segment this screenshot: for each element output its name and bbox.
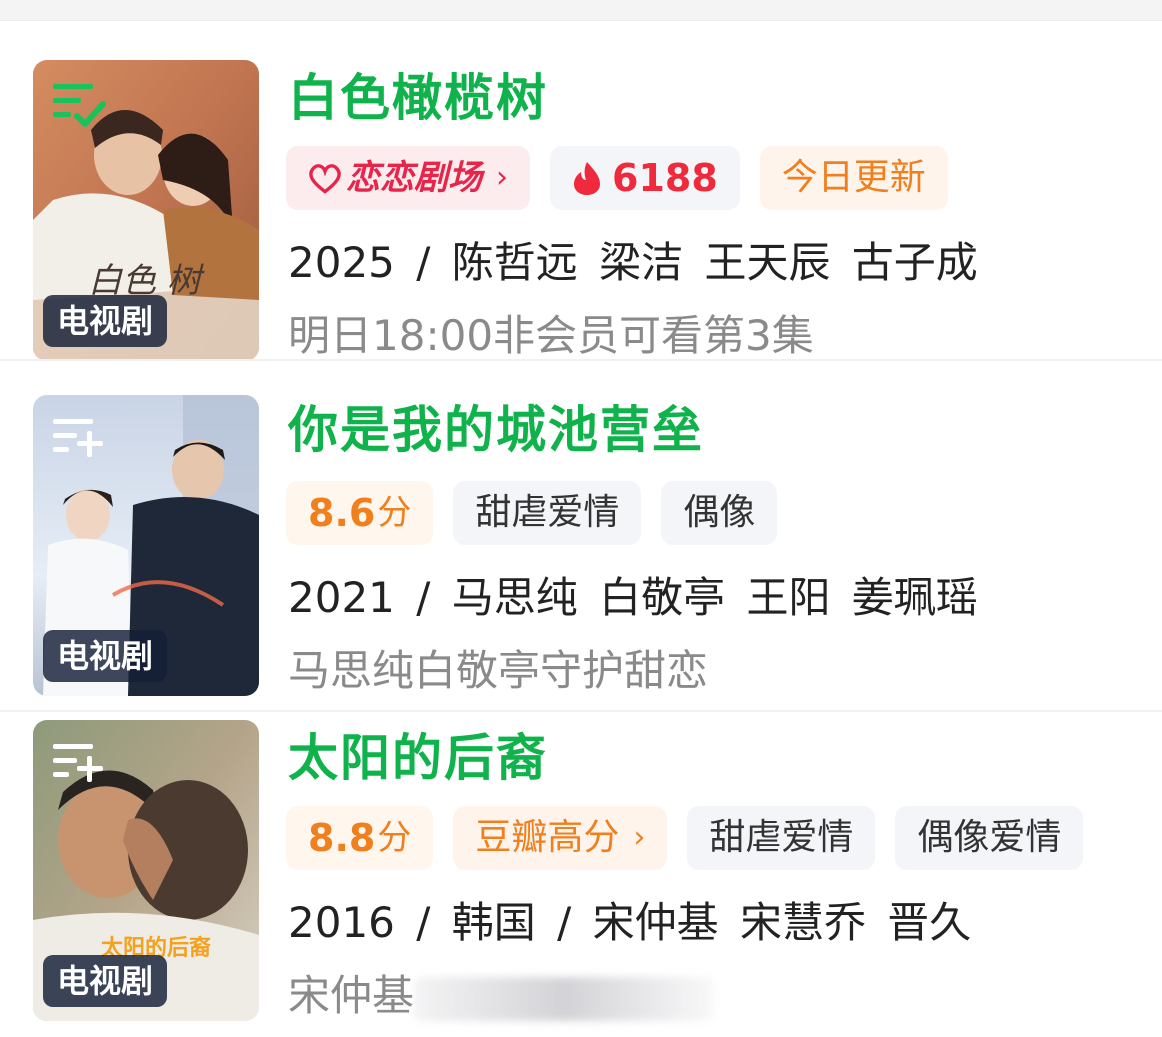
chevron-right-icon: › bbox=[496, 160, 508, 195]
heart-logo-icon bbox=[309, 164, 341, 194]
tag-row: 恋恋剧场 › 6188 今日更新 bbox=[286, 146, 948, 210]
tag-row: 8.8 分 豆瓣高分 › 甜虐爱情 偶像爱情 bbox=[286, 806, 1084, 870]
add-list-icon[interactable] bbox=[51, 413, 107, 465]
poster-image[interactable]: 电视剧 bbox=[33, 395, 259, 696]
poster-image[interactable]: 太阳的后裔 电视剧 bbox=[33, 720, 259, 1021]
subtitle: 明日18:00非会员可看第3集 bbox=[288, 311, 814, 360]
blurred-region bbox=[414, 976, 715, 1021]
rating-value: 8.8 bbox=[308, 816, 376, 860]
flame-icon bbox=[574, 162, 600, 195]
update-tag: 今日更新 bbox=[759, 146, 948, 210]
genre-tag[interactable]: 偶像 bbox=[661, 481, 778, 545]
poster-badge: 电视剧 bbox=[43, 630, 168, 682]
divider bbox=[0, 710, 1162, 712]
poster-badge: 电视剧 bbox=[43, 295, 168, 347]
genre-tag[interactable]: 甜虐爱情 bbox=[453, 481, 642, 545]
brand-label: 恋恋剧场 bbox=[346, 158, 482, 198]
poster-badge: 电视剧 bbox=[43, 955, 168, 1007]
brand-tag[interactable]: 恋恋剧场 › bbox=[286, 146, 530, 210]
list-check-icon[interactable] bbox=[51, 78, 107, 130]
year-cast: 2025 / 陈哲远 梁洁 王天辰 古子成 bbox=[288, 238, 978, 287]
poster-image[interactable]: 白色 树 电视剧 bbox=[33, 60, 259, 361]
genre-tag[interactable]: 甜虐爱情 bbox=[687, 806, 876, 870]
year-cast: 2021 / 马思纯 白敬亭 王阳 姜珮瑶 bbox=[288, 573, 978, 622]
show-title[interactable]: 白色橄榄树 bbox=[288, 68, 548, 128]
tag-row: 8.6 分 甜虐爱情 偶像 bbox=[286, 481, 778, 545]
douban-tag[interactable]: 豆瓣高分 › bbox=[453, 806, 668, 870]
subtitle: 宋仲基 bbox=[288, 968, 715, 1024]
rating-unit: 分 bbox=[377, 493, 412, 533]
rating-value: 8.6 bbox=[308, 491, 376, 535]
top-bar bbox=[0, 0, 1162, 21]
subtitle-text: 宋仲基 bbox=[288, 971, 415, 1020]
chevron-right-icon: › bbox=[633, 820, 646, 855]
show-title[interactable]: 你是我的城池营垒 bbox=[288, 400, 704, 460]
show-title[interactable]: 太阳的后裔 bbox=[288, 728, 548, 788]
year-cast: 2016 / 韩国 / 宋仲基 宋慧乔 晋久 bbox=[288, 898, 972, 947]
douban-label: 豆瓣高分 bbox=[475, 817, 620, 858]
rating-tag: 8.8 分 bbox=[286, 806, 434, 870]
heat-tag: 6188 bbox=[550, 146, 740, 210]
genre-tag[interactable]: 偶像爱情 bbox=[895, 806, 1084, 870]
rating-tag: 8.6 分 bbox=[286, 481, 434, 545]
rating-unit: 分 bbox=[377, 818, 412, 858]
heat-value: 6188 bbox=[612, 156, 718, 200]
divider bbox=[0, 359, 1162, 361]
add-list-icon[interactable] bbox=[51, 738, 107, 790]
subtitle: 马思纯白敬亭守护甜恋 bbox=[288, 646, 709, 695]
